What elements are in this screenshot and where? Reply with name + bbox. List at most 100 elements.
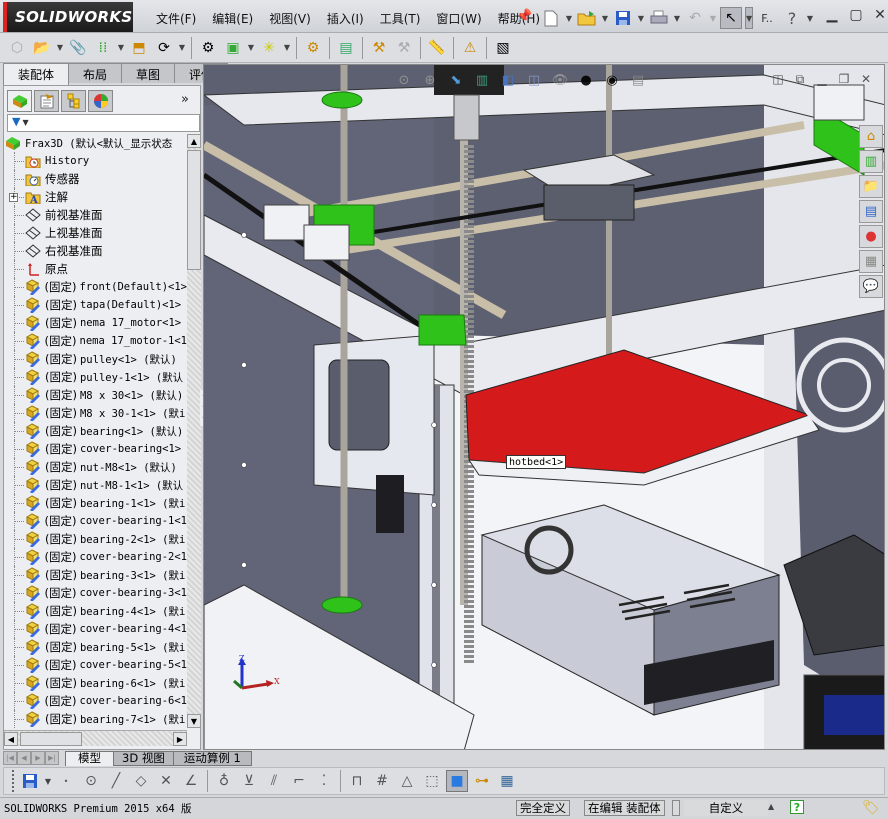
tree-item-component[interactable]: (固定) cover-bearing-5<1 (4, 656, 187, 674)
file-explorer-icon[interactable]: 📁 (859, 175, 883, 198)
relation-icon[interactable]: △ (396, 770, 418, 792)
edit-component-icon[interactable]: ⬡ (6, 37, 28, 59)
quick-tips-icon[interactable]: ? (790, 800, 804, 814)
tree-item-component[interactable]: (固定) tapa(Default)<1> (4, 296, 187, 314)
first-tab-icon[interactable]: |◀ (3, 751, 17, 765)
wireframe-icon[interactable]: ⬚ (421, 770, 443, 792)
section-view-icon[interactable]: ▥ (472, 70, 492, 90)
corner-icon[interactable]: ⌐ (288, 770, 310, 792)
tree-item-component[interactable]: (固定) cover-bearing-6<1 (4, 692, 187, 710)
line-icon[interactable]: ╱ (105, 770, 127, 792)
open-icon[interactable] (576, 7, 598, 29)
parallel-icon[interactable]: ⫽ (263, 770, 285, 792)
save-dropdown-icon[interactable]: ▼ (637, 14, 645, 23)
scroll-thumb[interactable] (187, 150, 201, 270)
open-dropdown-icon[interactable]: ▼ (601, 14, 609, 23)
feature-tree-icon[interactable] (7, 90, 32, 112)
menu-edit[interactable]: 编辑(E) (204, 8, 261, 28)
mate-icon[interactable]: 📎 (67, 37, 89, 59)
maximize-icon[interactable]: ▢ (846, 6, 866, 24)
zoom-to-fit-icon[interactable]: ⊙ (394, 70, 414, 90)
shaded-icon[interactable]: ■ (446, 770, 468, 792)
tree-item-component[interactable]: (固定) pulley<1> (默认) (4, 350, 187, 368)
tab-layout[interactable]: 布局 (68, 63, 123, 83)
pin-menu-icon[interactable]: 📌 (516, 9, 532, 25)
tree-item-component[interactable]: (固定) bearing-4<1> (默i (4, 602, 187, 620)
insert-dropdown-icon[interactable]: ▼ (56, 43, 64, 52)
reference-dropdown-icon[interactable]: ▼ (283, 43, 291, 52)
zoom-area-icon[interactable]: ⊕ (420, 70, 440, 90)
scroll-left-icon[interactable]: ◀ (4, 732, 18, 746)
configuration-manager-icon[interactable] (61, 90, 86, 112)
undo-icon[interactable]: ↶ (684, 7, 706, 29)
view-settings-icon[interactable]: ▤ (628, 70, 648, 90)
tree-item-component[interactable]: (固定) bearing-7<1> (默i (4, 710, 187, 728)
move-component-icon[interactable]: ⟳ (153, 37, 175, 59)
move-dropdown-icon[interactable]: ▼ (178, 43, 186, 52)
tree-item-component[interactable]: (固定) cover-bearing-4<1 (4, 620, 187, 638)
tag-icon[interactable]: 🏷 (862, 800, 880, 816)
measure-icon[interactable]: ⊶ (471, 770, 493, 792)
tree-vertical-scrollbar[interactable]: ▲ ▼ (187, 134, 201, 728)
select-dropdown-icon[interactable]: ▼ (745, 7, 753, 29)
home-icon[interactable]: ⌂ (859, 125, 883, 148)
tree-item-component[interactable]: (固定) bearing-3<1> (默i (4, 566, 187, 584)
print-icon[interactable] (648, 7, 670, 29)
close-icon[interactable]: ✕ (870, 6, 888, 24)
clearance-verification-icon[interactable]: 📏 (426, 37, 448, 59)
tree-item[interactable]: History (4, 152, 187, 170)
tree-item-component[interactable]: (固定) pulley-1<1> (默认 (4, 368, 187, 386)
new-document-icon[interactable] (540, 7, 562, 29)
assembly-features-icon[interactable]: ▣ (222, 37, 244, 59)
tree-item-component[interactable]: (固定) bearing-6<1> (默i (4, 674, 187, 692)
menu-file[interactable]: 文件(F) (148, 8, 204, 28)
tree-root[interactable]: Frax3D (默认<默认_显示状态 (4, 134, 187, 152)
tree-item[interactable]: 传感器 (4, 170, 187, 188)
tree-item-component[interactable]: (固定) nut-M8-1<1> (默认 (4, 476, 187, 494)
expand-toggle-icon[interactable]: + (9, 192, 18, 202)
split-vertical-icon[interactable]: ◫ (770, 71, 786, 87)
bill-of-materials-icon[interactable]: ⚙ (302, 37, 324, 59)
exploded-view-icon[interactable]: ▤ (335, 37, 357, 59)
pattern-dropdown-icon[interactable]: ▼ (117, 43, 125, 52)
viewport-minimize-icon[interactable]: ▁ (814, 71, 830, 87)
tree-item-component[interactable]: (固定) cover-bearing-1<1 (4, 512, 187, 530)
new-dropdown-icon[interactable]: ▼ (565, 14, 573, 23)
tree-item-component[interactable]: (固定) cover-bearing-3<1 (4, 584, 187, 602)
custom-properties-icon[interactable]: ▦ (859, 250, 883, 273)
tree-item-component[interactable]: (固定) bearing-2<1> (默i (4, 530, 187, 548)
menu-tools[interactable]: 工具(T) (372, 8, 429, 28)
tree-horizontal-scrollbar[interactable]: ◀ ▶ (4, 730, 187, 746)
help-icon[interactable]: ? (781, 7, 803, 29)
tree-item-component[interactable]: (固定) cover-bearing<1> (4, 440, 187, 458)
3d-model-render[interactable] (204, 65, 885, 750)
solidworks-logo[interactable]: SOLIDWORKS (3, 2, 133, 32)
save-dropdown-icon[interactable]: ▼ (44, 777, 52, 786)
circle-icon[interactable]: ⊙ (80, 770, 102, 792)
previous-view-icon[interactable]: ⬊ (446, 70, 466, 90)
prev-tab-icon[interactable]: ◀ (17, 751, 31, 765)
insert-components-icon[interactable]: 📂 (31, 37, 53, 59)
split-horizontal-icon[interactable]: ⧉ (792, 71, 808, 87)
hide-show-icon[interactable]: 👁 (550, 70, 570, 90)
grid-icon[interactable]: # (371, 770, 393, 792)
graphics-area[interactable]: ⊙ ⊕ ⬊ ▥ ◧ ◫ 👁 ● ◉ ▤ ◫ ⧉ ▁ ❐ ✕ ⌂ ▥ 📁 ▤ ● … (203, 64, 885, 750)
tree-item-component[interactable]: (固定) bearing<1> (默认) (4, 422, 187, 440)
scroll-down-icon[interactable]: ▼ (187, 714, 201, 728)
tree-item[interactable]: 原点 (4, 260, 187, 278)
tree-item-component[interactable]: (固定) bearing-5<1> (默i (4, 638, 187, 656)
angle-icon[interactable]: ∠ (180, 770, 202, 792)
tree-item-component[interactable]: (固定) M8 x 30<1> (默认) (4, 386, 187, 404)
display-manager-icon[interactable] (88, 90, 113, 112)
rebuild-label[interactable]: F.. (756, 7, 778, 29)
tree-item-component[interactable]: (固定) nut-M8<1> (默认) (4, 458, 187, 476)
features-dropdown-icon[interactable]: ▼ (247, 43, 255, 52)
save-icon[interactable] (19, 770, 41, 792)
appearances-icon[interactable]: ● (859, 225, 883, 248)
last-tab-icon[interactable]: ▶| (45, 751, 59, 765)
tab-motion-study[interactable]: 运动算例 1 (172, 750, 252, 766)
design-library-icon[interactable]: ▥ (859, 150, 883, 173)
undo-dropdown-icon[interactable]: ▼ (709, 14, 717, 23)
scroll-up-icon[interactable]: ▲ (187, 134, 201, 148)
filter-icon[interactable]: ▼ (12, 115, 20, 128)
